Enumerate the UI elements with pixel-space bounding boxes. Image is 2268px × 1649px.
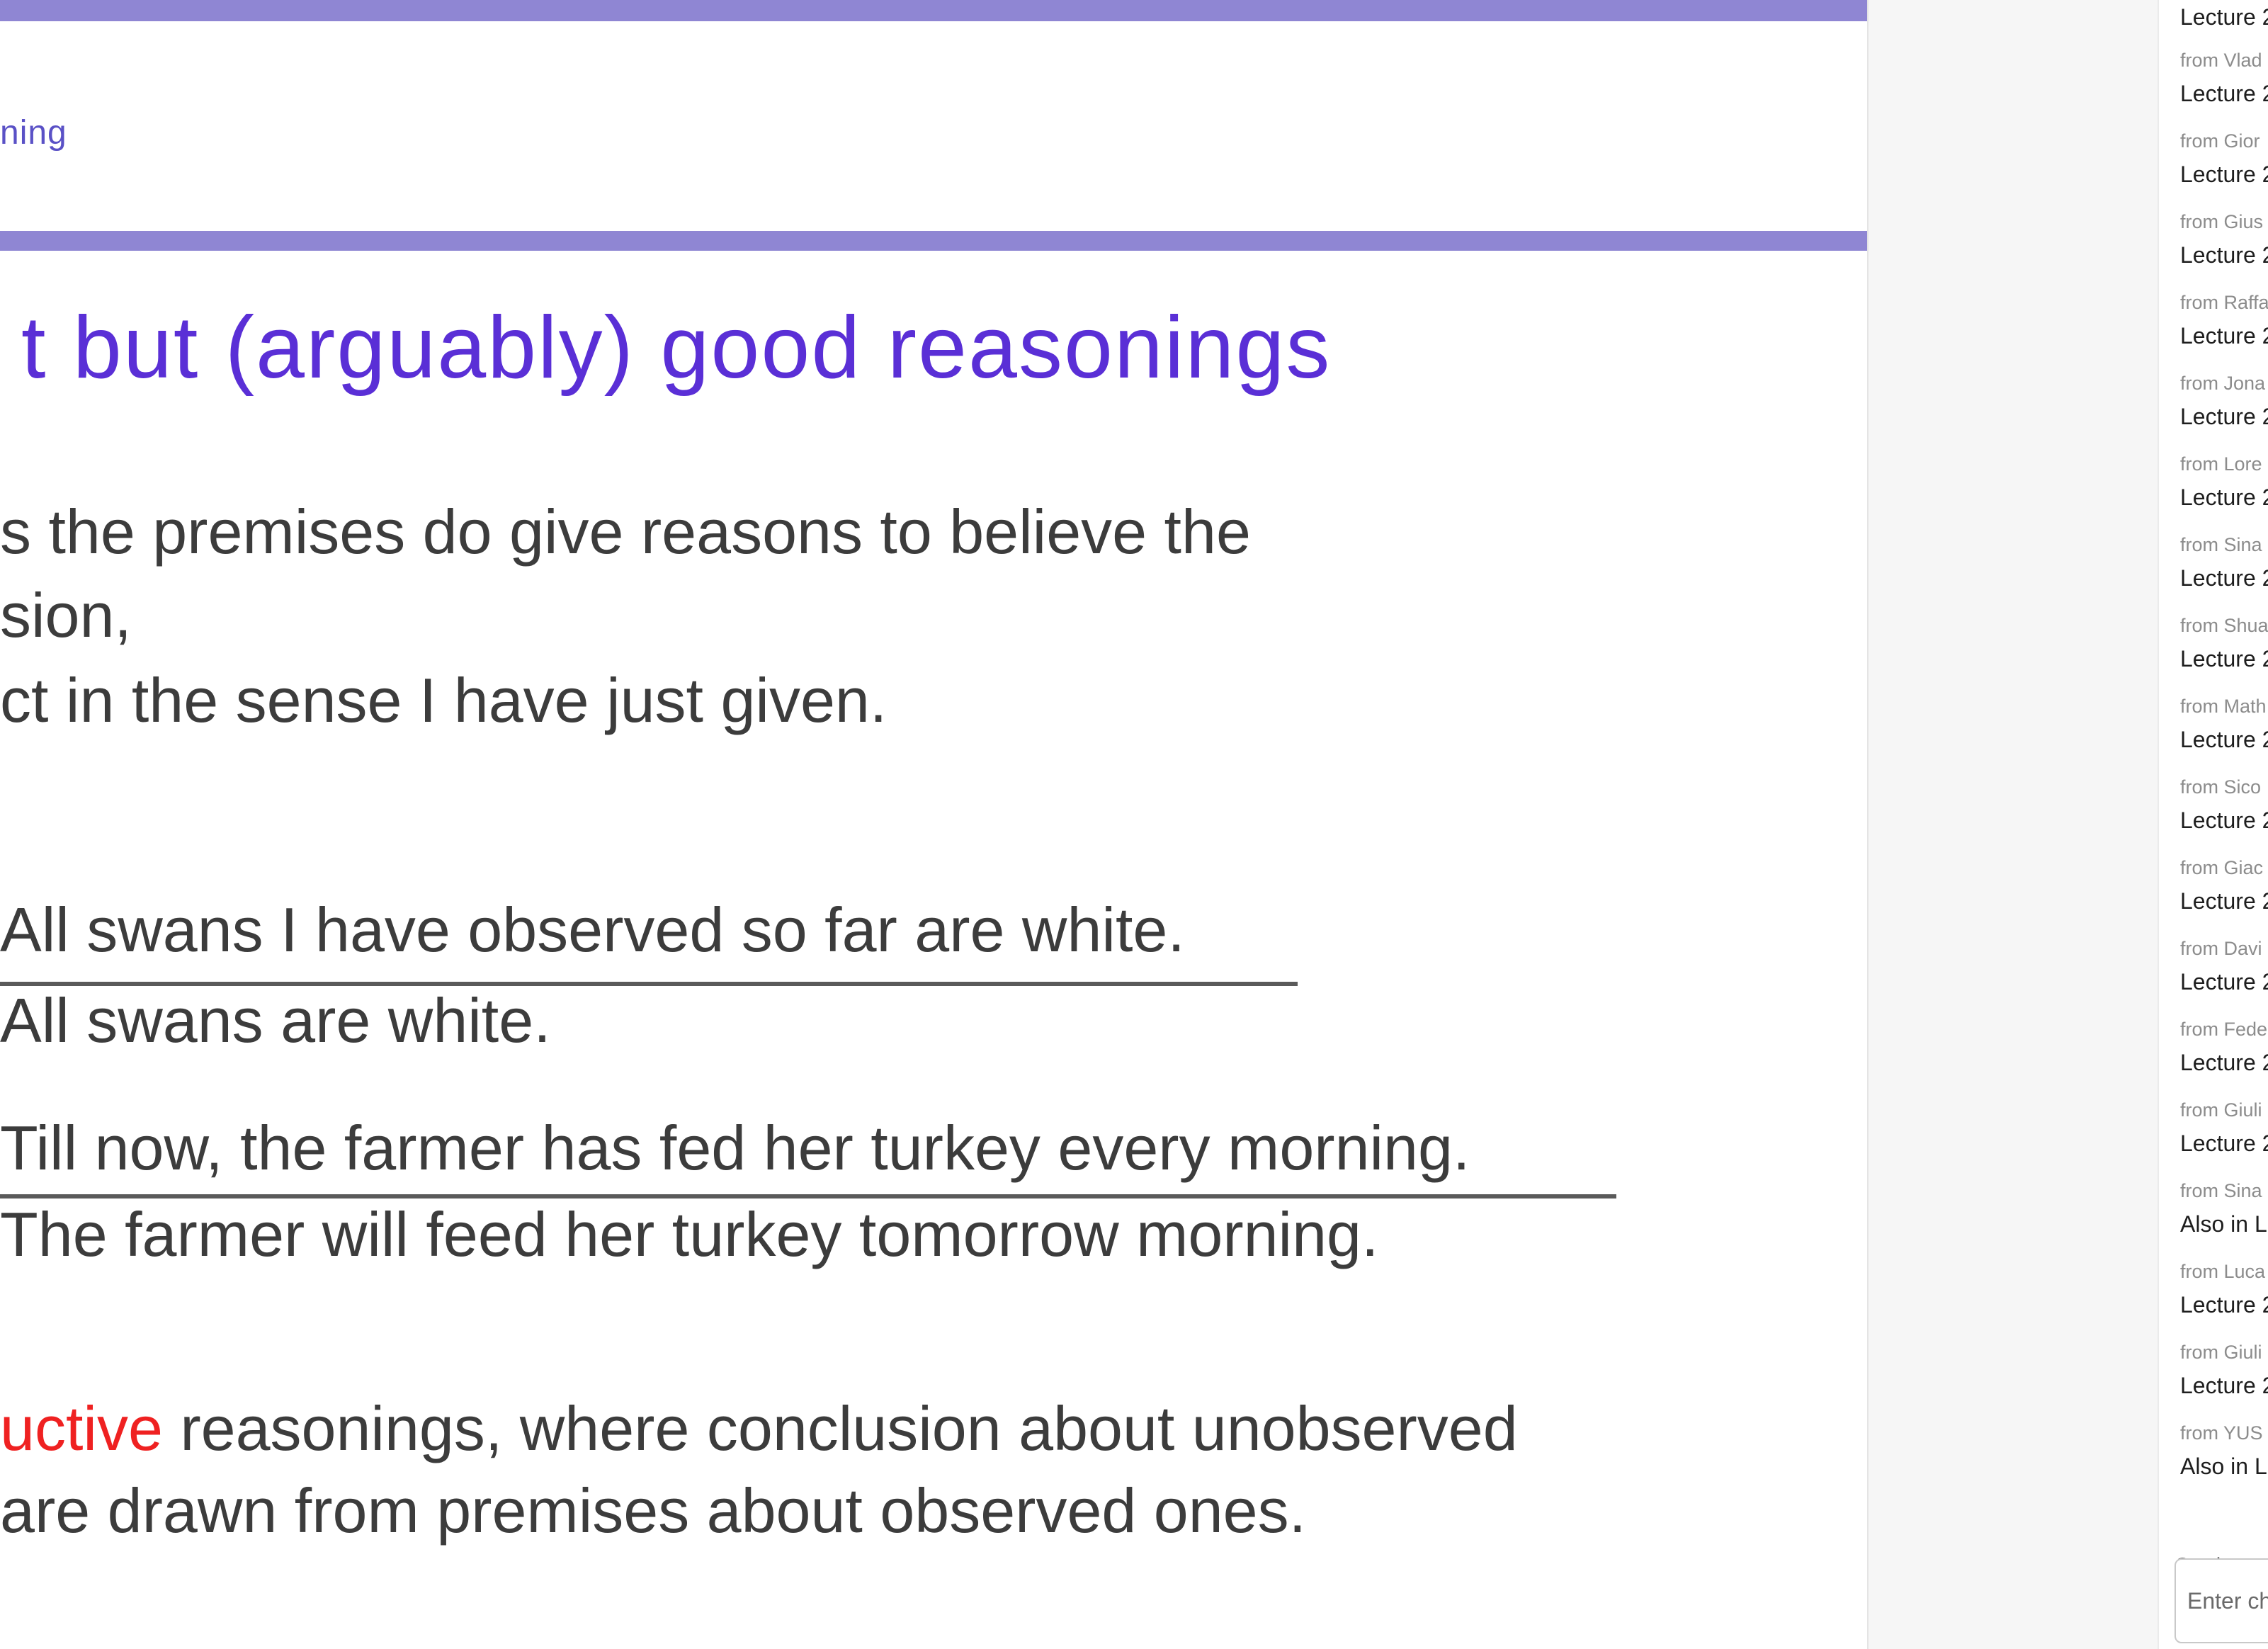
turkey-example-conclusion: The farmer will feed her turkey tomorrow… [0,1199,1379,1269]
chat-message-sender: from Gius [2180,211,2264,232]
chat-message-sender: from Raffa [2180,292,2268,313]
chat-message-subject[interactable]: Also in Le [2180,1454,2268,1480]
chat-message-sender: from Math [2180,696,2267,717]
chat-message-sender: from Giuli [2180,1342,2262,1363]
chat-message-subject[interactable]: Lecture 2 [2180,81,2268,107]
chat-message-sender: from Sico [2180,776,2262,798]
slide-intro-line: ct in the sense I have just given. [0,665,888,735]
slide-accent-bar-bottom [0,231,1867,251]
chat-message-subject[interactable]: Lecture 2 [2180,4,2268,30]
induction-term: uctive [0,1393,163,1463]
chat-message-sender: from Gior [2180,130,2260,152]
chat-message-sender: from Shua [2180,615,2268,636]
chat-message-sender: from Vlad [2180,50,2262,71]
chat-message-subject[interactable]: Lecture 2 [2180,162,2268,188]
chat-message-subject[interactable]: Lecture 2 [2180,404,2268,430]
chat-message-subject[interactable]: Lecture 2 [2180,1292,2268,1318]
chat-message-sender: from Sina [2180,534,2262,555]
chat-message-input[interactable] [2175,1558,2268,1643]
chat-message-sender: from Lore [2180,453,2262,475]
chat-message-subject[interactable]: Lecture 2 [2180,242,2268,268]
chat-message-subject[interactable]: Lecture 2 [2180,484,2268,511]
chat-message-sender: from Giac [2180,857,2264,878]
chat-message-sender: from Davi [2180,938,2262,959]
chat-message-subject[interactable]: Lecture 2 [2180,808,2268,834]
chat-message-subject[interactable]: Also in Le [2180,1211,2268,1237]
slide-heading: t but (arguably) good reasonings [21,299,1332,397]
swan-example-premise: All swans I have observed so far are whi… [0,895,1185,965]
induction-definition-text: reasonings, where conclusion about unobs… [162,1393,1518,1463]
induction-definition-line: are drawn from premises about observed o… [0,1475,1307,1546]
chat-message-subject[interactable]: Lecture 2 [2180,565,2268,591]
induction-definition-line: uctive reasonings, where conclusion abou… [0,1393,1518,1465]
slide-accent-bar-top [0,0,1867,21]
chat-message-subject[interactable]: Lecture 2 [2180,323,2268,349]
chat-message-sender: from Sina [2180,1180,2262,1201]
chat-panel: Lecture 2 from Vlad Lecture 2 from Gior Lec… [2158,0,2268,1649]
chat-message-subject[interactable]: Lecture 2 [2180,888,2268,914]
chat-message-sender: from Jona [2180,373,2266,394]
chat-message-sender: from Luca [2180,1261,2266,1282]
turkey-example-premise: Till now, the farmer has fed her turkey … [0,1113,1470,1183]
chat-message-subject[interactable]: Lecture 2 [2180,1050,2268,1076]
chat-message-subject[interactable]: Lecture 2 [2180,1373,2268,1399]
chat-message-sender: from YUS [2180,1422,2263,1444]
chat-message-subject[interactable]: Lecture 2 [2180,1130,2268,1157]
slide-intro-line: s the premises do give reasons to believ… [0,497,1251,567]
chat-message-sender: from Giuli [2180,1099,2262,1121]
chat-message-subject[interactable]: Lecture 2 [2180,969,2268,995]
slide-section-label: ning [0,114,67,152]
slide-viewer-gutter [1867,0,2158,1649]
lecture-slide: ning t but (arguably) good reasonings s … [0,0,1867,1649]
chat-message-subject[interactable]: Lecture 2 [2180,727,2268,753]
swan-example-conclusion: All swans are white. [0,985,551,1055]
slide-intro-line: sion, [0,580,132,650]
chat-message-sender: from Fede [2180,1019,2268,1040]
chat-message-subject[interactable]: Lecture 2 [2180,646,2268,672]
